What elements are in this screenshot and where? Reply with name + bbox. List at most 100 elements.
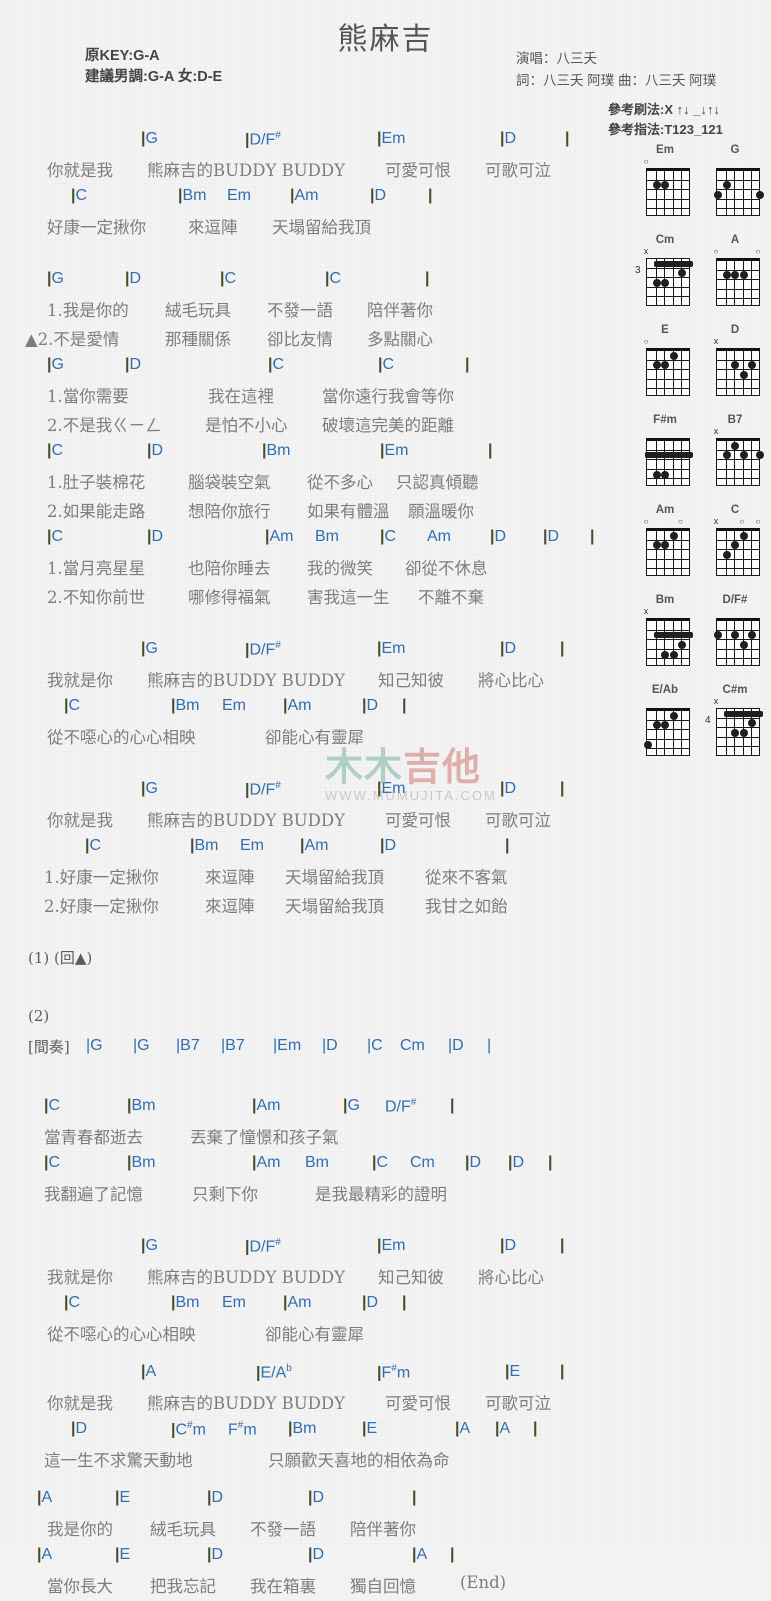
finger-dot [722,551,731,559]
lyric-segment: 天塌留給我頂 [285,868,384,887]
chord-diagram-row: ED [636,323,768,399]
chord-symbol: |C [268,356,285,373]
chord-line: |D |C#m F#m |Bm |E |A |A | [0,1418,625,1446]
finger-dot [644,740,652,749]
chord-diagram-grid [646,348,690,396]
chord-symbol: |Am [290,187,319,204]
finger-dot [678,641,687,649]
finger-dot [652,470,661,479]
chord-symbol: |Bm [190,837,219,854]
chord-symbol: |C [378,356,395,373]
chord-symbol: |Bm [288,1420,317,1437]
chord-diagram-open-marks [706,247,764,257]
chord-diagram-grid [716,348,760,396]
chord-symbol: D/F# [385,1097,417,1116]
lyric-line: 我是你的 絨毛玩具 不發一語 陪伴著你 [0,1515,625,1544]
finger-dot [661,541,670,550]
chord-symbol: |Bm [171,697,200,714]
chord-symbol: |E [362,1420,378,1437]
chord-symbol: |D [125,356,142,373]
chord-symbol: |C [85,837,102,854]
chord-symbol: | [450,1097,455,1114]
chord-diagram-name: F#m [653,414,677,426]
lyric-line: ▲2.不是愛情 那種關係 卻比友情 多點關心 [0,325,625,354]
chord-line: |C |Bm Em |Am |D | [0,1292,625,1320]
lyric-line: 當你長大 把我忘記 我在箱裏 獨自回憶 (End) [0,1572,625,1601]
chord-symbol: |Am [300,837,329,854]
lyric-segment: 將心比心 [478,1268,544,1287]
chord-symbol: |D/F# [245,640,281,659]
chord-sheet-page: 熊麻吉 原KEY:G-A 建議男調:G-A 女:D-E 演唱：八三夭 詞：八三夭… [0,0,771,1596]
chord-symbol: | [560,640,565,657]
chord-diagram-grid-wrap [706,257,764,309]
chord-diagram-g: G [706,143,764,219]
chord-symbol: |D [500,130,517,147]
section-chorus-1: |G |D/F# |Em |D | 我就是你 熊麻吉的BUDDY BUDDY 知己知彼 將心比心… [0,638,625,752]
finger-dot [731,729,740,737]
finger-dot [652,279,661,287]
lyric-segment: 2.如果能走路 [47,502,146,521]
chord-diagram-grid [646,618,693,666]
finger-dot [669,531,678,540]
chord-symbol: |C [47,442,64,459]
finger-dot [739,641,748,649]
chord-diagram-open-marks [636,247,694,257]
chord-diagram-grid [716,528,760,576]
chord-diagram-name: D [730,324,740,336]
chord-diagram-grid-wrap [636,437,694,489]
lyric-line: 2.好康一定揪你 來逗陣 天塌留給我頂 我甘之如飴 [0,892,625,921]
chord-diagram-name: E [661,324,669,336]
chord-symbol: Bm [305,1154,329,1171]
chord-symbol: |D/F# [245,780,281,799]
chord-diagram-grid-wrap [636,347,694,399]
chord-line: |C |Bm Em |Am |D | [0,835,625,863]
lyric-line: 這一生不求驚天動地 只願歡天喜地的相依為命 [0,1446,625,1475]
chord-symbol: |C#m [171,1420,206,1439]
chord-symbol: |B7 [221,1037,245,1054]
finger-dot [661,181,670,190]
chord-symbol: |Bm [171,1294,200,1311]
lyric-segment: 2.不知你前世 [47,588,146,607]
chord-diagram-cm: Cm 3 [635,233,694,309]
barre-marker [653,632,693,639]
chord-diagram-row: E/Ab C#m 4 [636,683,768,759]
lyric-segment: 這一生不求驚天動地 [44,1451,193,1470]
barre-marker [645,452,693,459]
lyric-segment: 當青春都逝去 [44,1128,143,1147]
finger-dot [661,650,670,659]
chord-symbol: |Em [377,640,406,657]
lyric-segment: 從不噁心的心心相映 [47,1325,196,1344]
chord-diagram-grid [644,708,690,756]
section-chorus-2: |G |D/F# |Em |D | 你就是我 熊麻吉的BUDDY BUDDY 可愛可恨 可歌可泣… [0,778,625,921]
chord-symbol: |C [325,270,342,287]
chord-symbol: |Am [283,697,312,714]
chord-symbol: |Em [380,442,409,459]
chord-line: |G |D/F# |Em |D | [0,778,625,806]
chord-symbol: |Am [252,1097,281,1114]
finger-dot [669,351,678,360]
lyric-segment: 丟棄了憧憬和孩子氣 [190,1128,339,1147]
chord-symbol: |D [500,780,517,797]
lyric-segment: 想陪你旅行 [188,502,271,521]
open-string-icon [644,157,649,166]
lyric-line: 我翻遍了記憶 只剩下你 是我最精彩的證明 [0,1180,625,1209]
lyric-line: 我就是你 熊麻吉的BUDDY BUDDY 知己知彼 將心比心 [0,666,625,695]
chord-diagram-name: Cm [655,234,675,246]
open-string-icon [756,517,761,526]
chord-diagram-em: Em [636,143,694,219]
chord-symbol: |D [490,528,507,545]
chord-symbol: |C [380,528,397,545]
finger-dot [731,631,740,640]
chord-symbol: |D [362,1294,379,1311]
chord-symbol: |Em [377,130,406,147]
finger-dot [661,470,670,479]
chord-symbol: |C [220,270,237,287]
chord-diagram-grid-wrap [636,167,694,219]
chord-symbol: |Bm [127,1154,156,1171]
chord-symbol: |D [207,1546,224,1563]
original-key: 原KEY:G-A [85,48,160,64]
chord-symbol: |D [465,1154,482,1171]
